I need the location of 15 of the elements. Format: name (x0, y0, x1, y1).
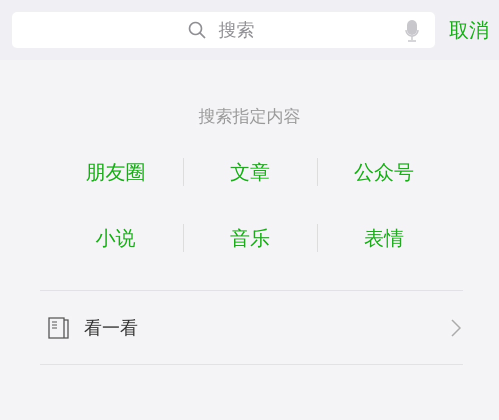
chevron-right-icon (451, 318, 461, 336)
microphone-icon[interactable] (405, 20, 419, 42)
category-link[interactable]: 公众号 (316, 158, 450, 186)
book-icon (48, 316, 70, 338)
category-link[interactable]: 音乐 (182, 224, 316, 252)
list-item[interactable]: 看一看 (40, 291, 463, 365)
cancel-button[interactable]: 取消 (449, 12, 489, 48)
list-item-label: 看一看 (84, 316, 139, 340)
search-icon (188, 21, 206, 39)
category-link[interactable]: 表情 (316, 224, 450, 252)
category-link[interactable]: 小说 (48, 224, 182, 252)
section-title: 搜索指定内容 (198, 106, 302, 128)
category-link[interactable]: 文章 (182, 158, 316, 186)
search-field[interactable]: 搜索 (12, 12, 435, 48)
category-link[interactable]: 朋友圈 (48, 158, 182, 186)
